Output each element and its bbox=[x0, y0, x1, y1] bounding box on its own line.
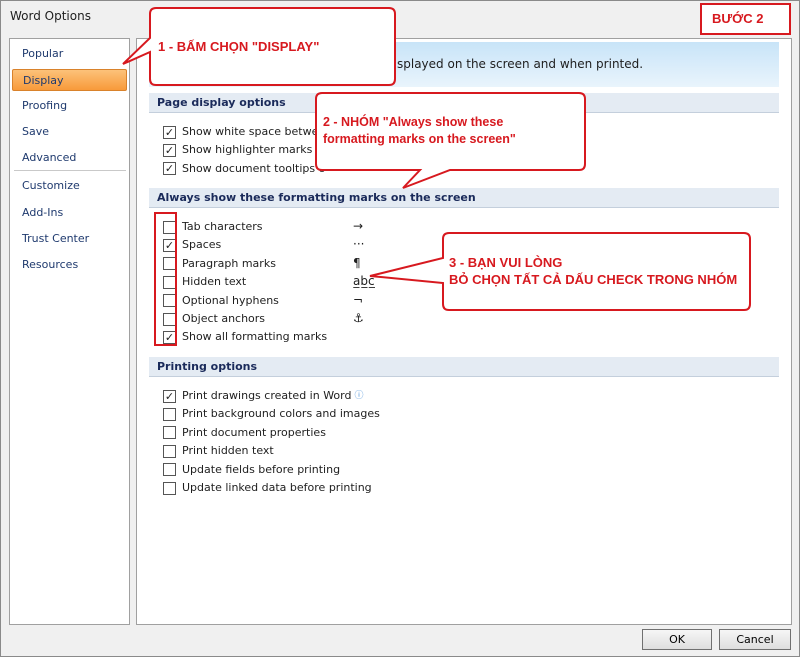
callout-2-line2: formatting marks on the screen" bbox=[323, 132, 516, 146]
callout-1-text: 1 - BẤM CHỌN "DISPLAY" bbox=[158, 39, 320, 54]
callout-3-line1: 3 - BẠN VUI LÒNG bbox=[449, 255, 563, 270]
callout-3-line2: BỎ CHỌN TẤT CẢ DẤU CHECK TRONG NHÓM bbox=[449, 272, 738, 287]
annotation-overlay bbox=[122, 3, 791, 346]
callout-2-line1: 2 - NHÓM "Always show these bbox=[323, 115, 504, 129]
step-label: BƯỚC 2 bbox=[712, 11, 764, 26]
checkbox-highlight bbox=[154, 212, 177, 346]
